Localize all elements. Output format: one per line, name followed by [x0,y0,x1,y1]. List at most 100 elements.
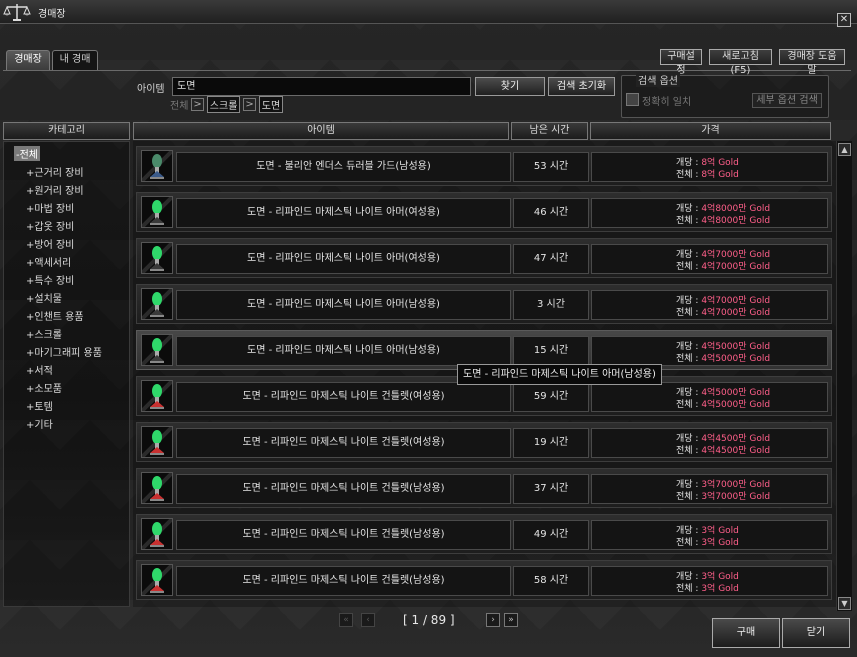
item-name: 도면 - 리파인드 마제스틱 나이트 건틀렛(남성용) [176,474,511,504]
category-item[interactable]: -전체 [14,146,41,161]
refresh-button[interactable]: 새로고침(F5) [709,49,772,76]
price-total: 전체 : 4억5000만 Gold [676,397,770,410]
scroll-up-button[interactable]: ▲ [838,143,851,156]
breadcrumb-blueprint[interactable]: 도면 [258,95,284,113]
double-chevron-left-icon: « [343,615,349,625]
price-label: 전체 : [676,216,702,226]
category-item[interactable]: +설치물 [26,290,62,305]
search-options-title: 검색 옵션 [636,72,680,87]
detail-search-button[interactable]: 세부 옵션 검색 [752,93,822,108]
time-left-header[interactable]: 남은 시간 [511,122,588,140]
title-bar[interactable]: 경매장 [0,0,857,24]
price-total: 전체 : 4억5000만 Gold [676,351,770,364]
price-label: 전체 : [676,170,702,180]
price-label: 전체 : [676,584,702,594]
category-item[interactable]: +스크롤 [26,326,62,341]
help-button[interactable]: 경매장 도움말 [779,49,845,76]
category-item[interactable]: +원거리 장비 [26,182,84,197]
table-row[interactable]: 도면 - 불리안 엔더스 듀러블 가드(남성용) 53 시간 개당 : 8억 Gol… [136,146,832,186]
category-item[interactable]: +소모품 [26,380,62,395]
time-left: 47 시간 [513,244,589,274]
category-item[interactable]: +방어 장비 [26,236,74,251]
price-header[interactable]: 가격 [590,122,831,140]
table-row[interactable]: 도면 - 리파인드 마제스틱 나이트 건틀렛(여성용) 19 시간 개당 : 4억4… [136,422,832,462]
tab-my-auctions[interactable]: 내 경매 [52,50,98,70]
category-item[interactable]: +특수 장비 [26,272,74,287]
table-row[interactable]: 도면 - 리파인드 마제스틱 나이트 아머(여성용) 46 시간 개당 : 4억80… [136,192,832,232]
time-left: 15 시간 [513,336,589,366]
reset-search-button[interactable]: 검색 초기화 [548,77,615,96]
triangle-down-icon: ▼ [841,599,848,608]
price-cell: 개당 : 3억 Gold 전체 : 3억 Gold [591,566,828,596]
price-label: 전체 : [676,446,702,456]
category-item[interactable]: +서적 [26,362,53,377]
category-item[interactable]: +근거리 장비 [26,164,84,179]
blueprint-red-icon [140,563,174,597]
item-name: 도면 - 리파인드 마제스틱 나이트 건틀렛(남성용) [176,520,511,550]
time-left: 19 시간 [513,428,589,458]
buy-button[interactable]: 구매 [712,618,780,648]
price-cell: 개당 : 4억7000만 Gold 전체 : 4억7000만 Gold [591,290,828,320]
category-item[interactable]: +마법 장비 [26,200,74,215]
time-left: 58 시간 [513,566,589,596]
table-row[interactable]: 도면 - 리파인드 마제스틱 나이트 아머(남성용) 3 시간 개당 : 4억700… [136,284,832,324]
chevron-right-icon: › [491,615,495,625]
category-item[interactable]: +토템 [26,398,53,413]
item-name: 도면 - 불리안 엔더스 듀러블 가드(남성용) [176,152,511,182]
item-name: 도면 - 리파인드 마제스틱 나이트 아머(여성용) [176,198,511,228]
purchase-settings-button[interactable]: 구매설정 [660,49,702,76]
item-name: 도면 - 리파인드 마제스틱 나이트 아머(남성용) [176,290,511,320]
category-item[interactable]: +기타 [26,416,53,431]
category-item[interactable]: +인챈트 용품 [26,308,84,323]
item-header[interactable]: 아이템 [133,122,509,140]
price-value: 3억 Gold [701,538,739,548]
first-page-button[interactable]: « [339,613,353,627]
blueprint-green-icon [140,195,174,229]
tab-divider [3,70,851,71]
scroll-down-button[interactable]: ▼ [838,597,851,610]
item-name: 도면 - 리파인드 마제스틱 나이트 건틀렛(남성용) [176,566,511,596]
last-page-button[interactable]: » [504,613,518,627]
table-row[interactable]: 도면 - 리파인드 마제스틱 나이트 건틀렛(남성용) 49 시간 개당 : 3억 … [136,514,832,554]
exact-match-label: 정확히 일치 [642,97,692,108]
item-name: 도면 - 리파인드 마제스틱 나이트 아머(남성용) [176,336,511,366]
chevron-left-icon: ‹ [366,615,370,625]
price-total: 전체 : 4억4500만 Gold [676,443,770,456]
price-cell: 개당 : 3억 Gold 전체 : 3억 Gold [591,520,828,550]
time-left: 37 시간 [513,474,589,504]
breadcrumb-all[interactable]: 전체 [170,97,188,112]
prev-page-button[interactable]: ‹ [361,613,375,627]
tab-auction-house[interactable]: 경매장 [6,50,50,70]
price-total: 전체 : 8억 Gold [676,167,739,180]
price-total: 전체 : 3억 Gold [676,535,739,548]
item-tooltip: 도면 - 리파인드 마제스틱 나이트 아머(남성용) [457,364,662,385]
exact-match-checkbox[interactable] [626,93,639,106]
blueprint-red-icon [140,379,174,413]
category-item[interactable]: +마기그래피 용품 [26,344,102,359]
breadcrumb-scroll[interactable]: 스크롤 [206,95,241,113]
time-left: 49 시간 [513,520,589,550]
breadcrumb-separator: > [243,97,256,111]
category-item[interactable]: +액세서리 [26,254,71,269]
close-window-button[interactable]: ✕ [837,13,851,27]
price-value: 4억7000만 Gold [701,308,771,318]
price-value: 3억 Gold [701,584,739,594]
table-row[interactable]: 도면 - 리파인드 마제스틱 나이트 건틀렛(남성용) 58 시간 개당 : 3억 … [136,560,832,600]
close-icon: ✕ [839,14,849,25]
next-page-button[interactable]: › [486,613,500,627]
category-item[interactable]: +갑옷 장비 [26,218,74,233]
price-cell: 개당 : 4억8000만 Gold 전체 : 4억8000만 Gold [591,198,828,228]
item-search-input[interactable]: 도면 [172,77,471,96]
price-cell: 개당 : 4억5000만 Gold 전체 : 4억5000만 Gold [591,382,828,412]
price-label: 전체 : [676,538,702,548]
price-value: 8억 Gold [701,170,739,180]
table-row[interactable]: 도면 - 리파인드 마제스틱 나이트 아머(여성용) 47 시간 개당 : 4억70… [136,238,832,278]
table-row[interactable]: 도면 - 리파인드 마제스틱 나이트 건틀렛(남성용) 37 시간 개당 : 3억7… [136,468,832,508]
find-button[interactable]: 찾기 [475,77,545,96]
time-left: 3 시간 [513,290,589,320]
list-scrollbar[interactable]: ▲ ▼ [836,141,852,611]
price-value: 3억7000만 Gold [701,492,771,502]
close-button[interactable]: 닫기 [782,618,850,648]
page-indicator: [ 1 / 89 ] [403,613,455,627]
price-total: 전체 : 4억7000만 Gold [676,305,770,318]
